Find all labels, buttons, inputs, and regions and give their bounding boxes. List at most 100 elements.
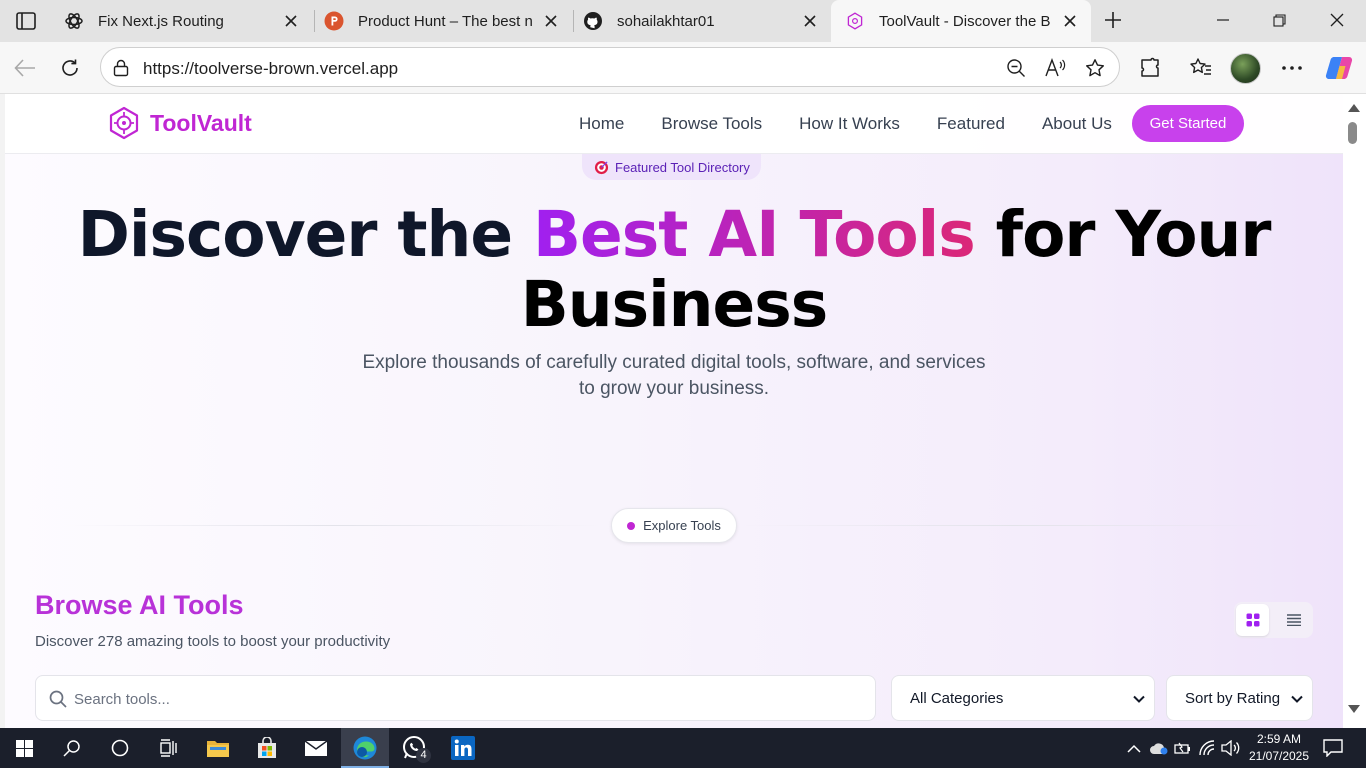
clock-time: 2:59 AM bbox=[1256, 732, 1302, 746]
grid-icon bbox=[1246, 613, 1259, 627]
target-icon bbox=[594, 160, 609, 174]
dot-icon bbox=[627, 521, 636, 530]
address-bar[interactable]: https://toolverse-brown.vercel.app bbox=[100, 47, 1120, 87]
browser-tab-github[interactable]: sohailakhtar01 bbox=[569, 0, 831, 42]
browse-title: Browse AI Tools bbox=[35, 590, 244, 620]
explore-tools-label: Explore Tools bbox=[643, 518, 721, 533]
sort-select[interactable]: Sort by Rating bbox=[1166, 675, 1313, 721]
toolvault-icon bbox=[845, 11, 865, 31]
featured-badge-label: Featured Tool Directory bbox=[615, 159, 750, 175]
main-nav: Home Browse Tools How It Works Featured … bbox=[579, 114, 1112, 134]
file-explorer-icon[interactable] bbox=[194, 728, 242, 768]
chevron-down-icon bbox=[1133, 695, 1145, 703]
task-view-icon[interactable] bbox=[144, 728, 192, 768]
chevron-down-icon bbox=[1291, 695, 1303, 703]
taskbar-clock[interactable]: 2:59 AM 21/07/2025 bbox=[1248, 731, 1310, 765]
minimize-icon[interactable] bbox=[1194, 0, 1252, 40]
windows-start-icon[interactable] bbox=[0, 728, 48, 768]
close-window-icon[interactable] bbox=[1308, 0, 1366, 40]
github-icon bbox=[583, 11, 603, 31]
tab-title: ToolVault - Discover the Bes bbox=[879, 12, 1051, 30]
chatgpt-icon bbox=[64, 11, 84, 31]
address-url: https://toolverse-brown.vercel.app bbox=[143, 59, 399, 78]
read-aloud-icon[interactable] bbox=[1043, 56, 1067, 80]
close-icon[interactable] bbox=[1059, 10, 1081, 32]
list-icon bbox=[1286, 614, 1301, 626]
search-icon bbox=[49, 690, 67, 708]
category-select-value: All Categories bbox=[910, 689, 1004, 707]
browse-subtitle: Discover 278 amazing tools to boost your… bbox=[35, 633, 391, 650]
whatsapp-badge: 4 bbox=[416, 748, 431, 763]
zoom-out-icon[interactable] bbox=[1004, 56, 1028, 80]
tab-title: Product Hunt – The best ne bbox=[358, 12, 532, 30]
nav-how-it-works[interactable]: How It Works bbox=[799, 114, 900, 134]
hero-title-highlight: Best AI Tools bbox=[533, 198, 976, 271]
nav-browse-tools[interactable]: Browse Tools bbox=[661, 114, 762, 134]
browser-tab-product-hunt[interactable]: Product Hunt – The best ne bbox=[310, 0, 572, 42]
close-icon[interactable] bbox=[280, 10, 302, 32]
scrollbar-thumb[interactable] bbox=[1348, 122, 1357, 144]
page-viewport: ToolVault Home Browse Tools How It Works… bbox=[5, 94, 1343, 728]
volume-icon[interactable] bbox=[1221, 738, 1241, 758]
tab-title: Fix Next.js Routing bbox=[98, 12, 224, 30]
show-hidden-icons-icon[interactable] bbox=[1124, 738, 1144, 758]
browser-tab-chatgpt[interactable]: Fix Next.js Routing bbox=[50, 0, 312, 42]
close-icon[interactable] bbox=[540, 10, 562, 32]
wifi-icon[interactable] bbox=[1198, 738, 1218, 758]
microsoft-store-icon[interactable] bbox=[243, 728, 291, 768]
new-tab-icon[interactable] bbox=[1098, 5, 1128, 35]
back-icon[interactable] bbox=[8, 51, 42, 85]
mail-icon[interactable] bbox=[292, 728, 340, 768]
linkedin-icon[interactable] bbox=[439, 728, 487, 768]
tab-actions-icon[interactable] bbox=[8, 4, 44, 38]
copilot-icon[interactable] bbox=[1322, 51, 1356, 85]
brand-name: ToolVault bbox=[150, 109, 252, 136]
divider-right bbox=[743, 525, 1283, 526]
nav-home[interactable]: Home bbox=[579, 114, 624, 134]
browser-tab-strip: Fix Next.js Routing Product Hunt – The b… bbox=[0, 0, 1366, 42]
nav-about-us[interactable]: About Us bbox=[1042, 114, 1112, 134]
tab-title: sohailakhtar01 bbox=[617, 12, 715, 30]
restore-icon[interactable] bbox=[1250, 0, 1308, 40]
explore-tools-button[interactable]: Explore Tools bbox=[611, 508, 737, 543]
get-started-button[interactable]: Get Started bbox=[1132, 105, 1244, 142]
battery-icon[interactable] bbox=[1173, 738, 1193, 758]
site-header: ToolVault Home Browse Tools How It Works… bbox=[5, 94, 1343, 154]
brand-logo[interactable]: ToolVault bbox=[108, 106, 252, 140]
edge-browser-icon[interactable] bbox=[341, 728, 389, 768]
favorites-icon[interactable] bbox=[1184, 51, 1218, 85]
scroll-down-icon[interactable] bbox=[1347, 702, 1361, 716]
grid-view-button[interactable] bbox=[1236, 604, 1269, 636]
sort-select-value: Sort by Rating bbox=[1185, 689, 1281, 707]
divider-left bbox=[65, 525, 605, 526]
search-field[interactable] bbox=[35, 675, 876, 721]
hero-subtitle: Explore thousands of carefully curated d… bbox=[362, 352, 986, 399]
page-scrollbar[interactable] bbox=[1343, 94, 1366, 728]
hero-title-part1: Discover the bbox=[77, 198, 534, 271]
notifications-icon[interactable] bbox=[1323, 738, 1343, 758]
toolvault-logo-icon bbox=[109, 106, 139, 140]
favorite-star-icon[interactable] bbox=[1083, 56, 1107, 80]
profile-avatar[interactable] bbox=[1230, 53, 1261, 84]
nav-featured[interactable]: Featured bbox=[937, 114, 1005, 134]
category-select[interactable]: All Categories bbox=[891, 675, 1155, 721]
extensions-icon[interactable] bbox=[1133, 51, 1167, 85]
browser-tab-toolvault[interactable]: ToolVault - Discover the Bes bbox=[831, 0, 1091, 42]
search-taskbar-icon[interactable] bbox=[48, 728, 96, 768]
close-icon[interactable] bbox=[799, 10, 821, 32]
search-input[interactable] bbox=[74, 687, 854, 711]
onedrive-icon[interactable] bbox=[1149, 738, 1169, 758]
hero-title: Discover the Best AI Tools for Your Busi… bbox=[5, 200, 1343, 340]
featured-badge: Featured Tool Directory bbox=[582, 154, 761, 180]
more-options-icon[interactable] bbox=[1275, 51, 1309, 85]
view-toggle bbox=[1234, 602, 1313, 638]
windows-taskbar: 4 2:59 AM 21/07/2025 bbox=[0, 728, 1366, 768]
refresh-icon[interactable] bbox=[53, 51, 87, 85]
product-hunt-icon bbox=[324, 11, 344, 31]
list-view-button[interactable] bbox=[1277, 604, 1310, 636]
clock-date: 21/07/2025 bbox=[1248, 749, 1310, 763]
scroll-up-icon[interactable] bbox=[1347, 101, 1361, 115]
whatsapp-icon[interactable]: 4 bbox=[390, 728, 438, 768]
cortana-icon[interactable] bbox=[96, 728, 144, 768]
site-info-lock-icon[interactable] bbox=[109, 56, 133, 80]
